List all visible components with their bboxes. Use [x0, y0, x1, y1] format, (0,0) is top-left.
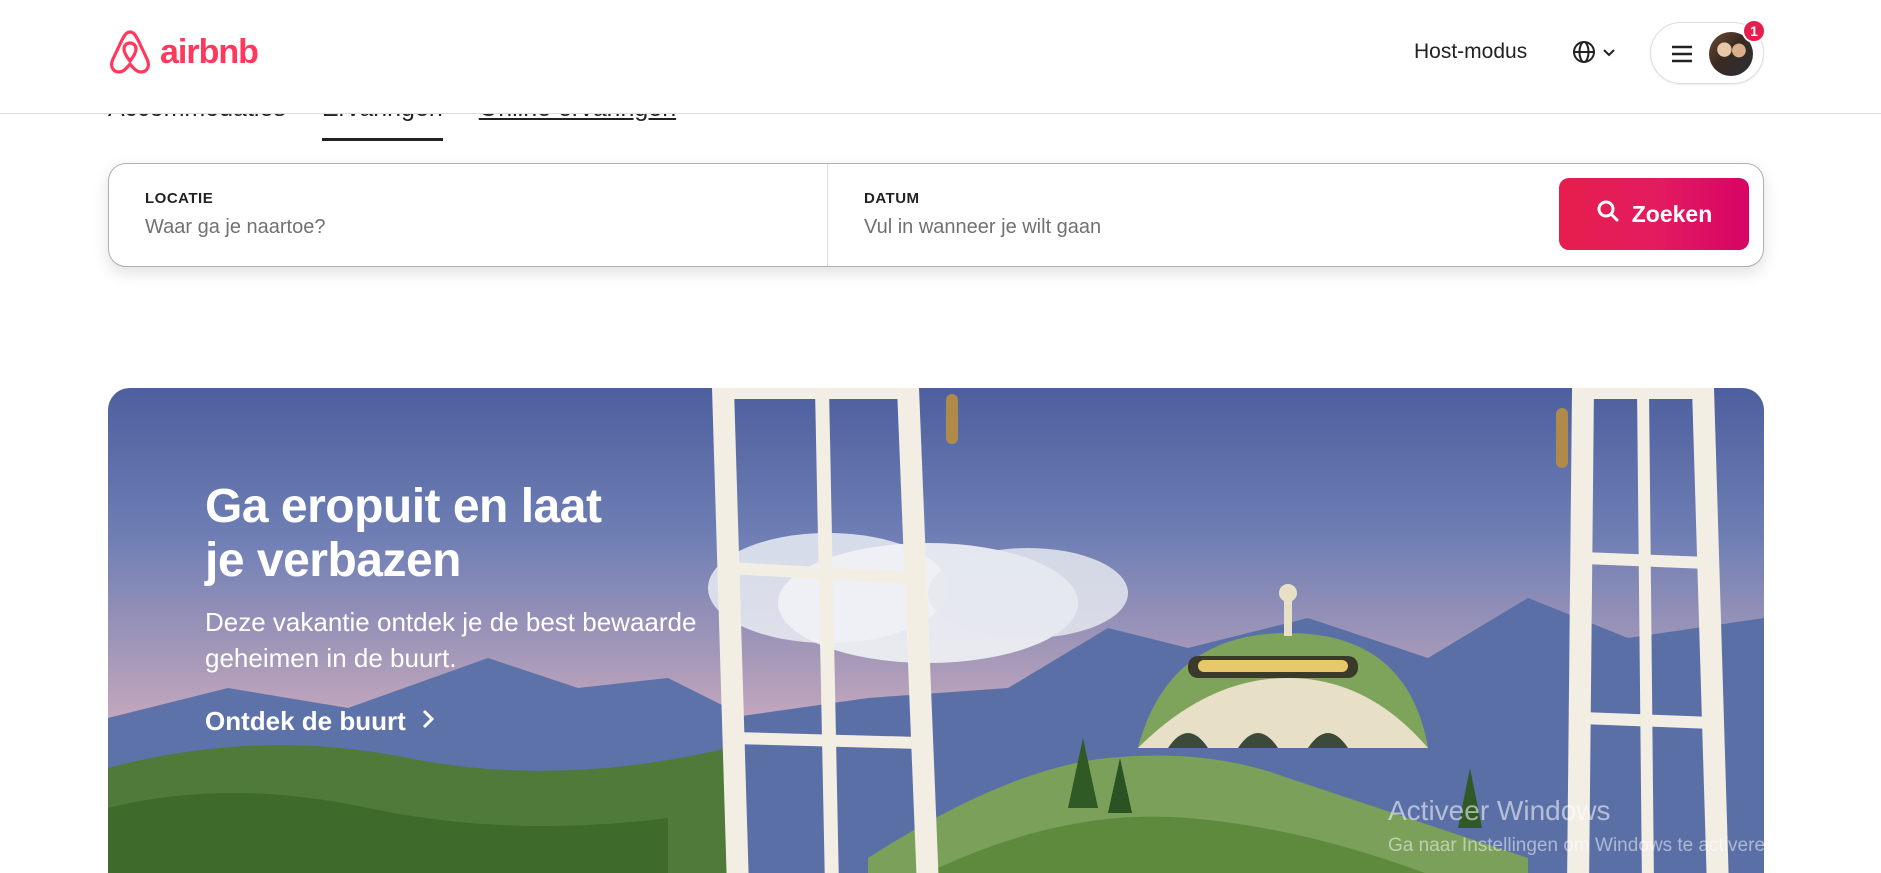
- chevron-down-icon: [1602, 45, 1616, 64]
- hero-title-line-2: je verbazen: [205, 534, 461, 587]
- watermark-subtitle: Ga naar Instellingen om Windows te activ…: [1388, 835, 1781, 856]
- language-button[interactable]: [1572, 40, 1616, 69]
- hero-cta-label: Ontdek de buurt: [205, 706, 406, 736]
- chevron-right-icon: [420, 706, 436, 737]
- hero-text-block: Ga eropuit en laat je verbazen Deze vaka…: [205, 480, 765, 737]
- location-field[interactable]: LOCATIE: [109, 164, 828, 266]
- host-mode-link[interactable]: Host-modus: [1414, 40, 1527, 64]
- discover-neighbourhood-link[interactable]: Ontdek de buurt: [205, 706, 765, 737]
- airbnb-logo[interactable]: airbnb: [108, 28, 259, 76]
- date-field[interactable]: DATUM: [828, 164, 1528, 266]
- date-label: DATUM: [864, 190, 920, 207]
- airbnb-logo-icon: [108, 28, 152, 76]
- search-button-label: Zoeken: [1631, 200, 1713, 227]
- location-input[interactable]: [145, 216, 745, 239]
- search-icon: [1596, 199, 1620, 229]
- logo-wordmark: airbnb: [160, 33, 259, 71]
- hamburger-icon: [1671, 44, 1693, 69]
- date-input[interactable]: [864, 216, 1464, 239]
- top-header: airbnb Host-modus 1: [0, 0, 1881, 114]
- hero-subtitle-line-1: Deze vakantie ontdek je de best bewaarde: [205, 607, 697, 637]
- notification-badge: 1: [1742, 19, 1766, 43]
- windows-activation-watermark: Activeer Windows Ga naar Instellingen om…: [1388, 795, 1781, 857]
- watermark-title: Activeer Windows: [1388, 795, 1611, 826]
- search-bar: LOCATIE DATUM Zoeken: [108, 163, 1764, 267]
- hero-title: Ga eropuit en laat je verbazen: [205, 480, 765, 588]
- hero-subtitle-line-2: geheimen in de buurt.: [205, 643, 457, 673]
- location-label: LOCATIE: [145, 190, 214, 207]
- globe-icon: [1572, 40, 1596, 69]
- hero-title-line-1: Ga eropuit en laat: [205, 480, 602, 533]
- search-button[interactable]: Zoeken: [1559, 178, 1749, 250]
- hero-subtitle: Deze vakantie ontdek je de best bewaarde…: [205, 604, 765, 676]
